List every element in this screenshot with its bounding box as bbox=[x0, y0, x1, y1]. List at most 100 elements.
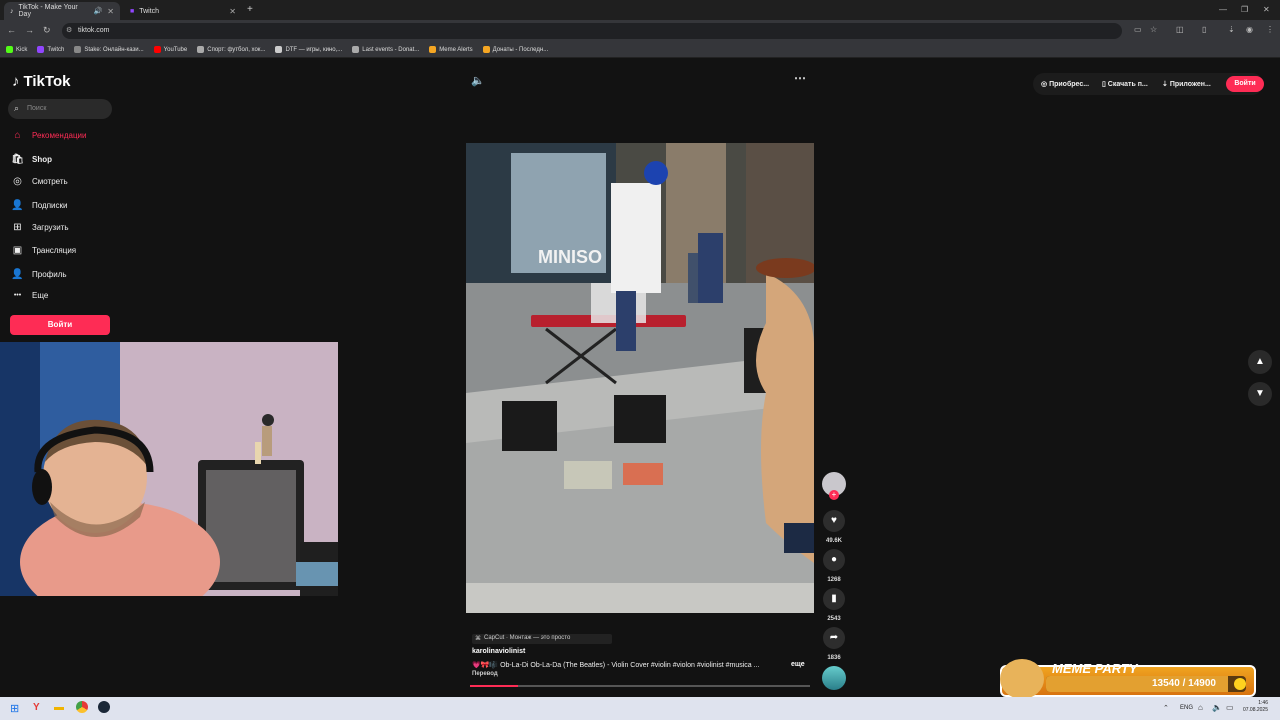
clock-time: 1:46 bbox=[1258, 700, 1268, 706]
minimize-icon[interactable]: — bbox=[1219, 5, 1227, 14]
app-button[interactable]: ⇣ Приложен... bbox=[1162, 80, 1211, 88]
bookmark-item[interactable]: Донаты - Последн... bbox=[482, 46, 548, 53]
volume-icon[interactable]: 🔈 bbox=[471, 74, 485, 87]
new-tab-button[interactable]: + bbox=[247, 4, 253, 15]
search-icon: ⌕ bbox=[14, 103, 20, 113]
chevron-down-icon: ▼ bbox=[1255, 388, 1265, 399]
file-explorer-icon[interactable]: ▬ bbox=[54, 702, 64, 713]
follow-plus-icon[interactable]: + bbox=[829, 490, 839, 500]
downloads-icon[interactable]: ⇣ bbox=[1228, 25, 1235, 34]
forward-icon[interactable]: → bbox=[25, 25, 34, 35]
sidebar-item-8[interactable]: ••• Еще bbox=[11, 291, 48, 300]
url-text: tiktok.com bbox=[78, 27, 110, 34]
meme-title: MEME PARTY bbox=[1052, 661, 1138, 676]
tab-twitch[interactable]: ■ Twitch ✕ bbox=[124, 2, 242, 20]
bookmark-item[interactable]: YouTube bbox=[153, 46, 187, 53]
share-action[interactable]: ➦ 1836 bbox=[822, 627, 846, 661]
bookmark-item[interactable]: Stake: Онлайн-кази... bbox=[74, 46, 144, 53]
close-window-icon[interactable]: ✕ bbox=[1263, 5, 1270, 14]
search-input[interactable]: ⌕ Поиск bbox=[8, 99, 112, 119]
doge-icon bbox=[1000, 659, 1044, 699]
author-avatar[interactable]: + bbox=[822, 472, 846, 500]
caption-more-link[interactable]: еще bbox=[791, 661, 805, 668]
back-icon[interactable]: ← bbox=[7, 25, 16, 35]
yandex-icon[interactable]: Y bbox=[33, 702, 40, 713]
clock[interactable]: 1:46 07.08.2025 bbox=[1240, 700, 1268, 714]
steam-icon[interactable] bbox=[98, 701, 110, 713]
sidebar-item-1[interactable]: ⌂ Рекомендации bbox=[11, 130, 86, 141]
menu-icon[interactable]: ⋮ bbox=[1266, 25, 1274, 34]
url-field[interactable]: tiktok.com bbox=[62, 23, 1122, 39]
sidebar-item-label: Профиль bbox=[32, 270, 67, 279]
chevron-up-icon: ▲ bbox=[1255, 356, 1265, 367]
login-button[interactable]: Войти bbox=[10, 315, 110, 335]
like-count: 49.6K bbox=[825, 538, 842, 544]
bookmark-icon[interactable]: ▮ bbox=[823, 588, 845, 610]
sidebar-item-4[interactable]: 👤 Подписки bbox=[11, 200, 67, 211]
bookmark-item[interactable]: DTF — игры, кино,... bbox=[275, 46, 342, 53]
language-indicator[interactable]: ENG bbox=[1180, 705, 1193, 711]
sidebar-item-6[interactable]: ▣ Трансляция bbox=[11, 245, 76, 256]
upload-icon: ⊞ bbox=[13, 222, 22, 233]
bookmark-item[interactable]: Спорт: футбол, хок... bbox=[197, 46, 265, 53]
video-progress-track[interactable] bbox=[470, 685, 810, 687]
tray-chevron-icon[interactable]: ⌃ bbox=[1163, 704, 1169, 712]
speaker-icon: 🔊 bbox=[93, 8, 103, 15]
maximize-icon[interactable]: ❐ bbox=[1241, 5, 1248, 14]
extensions-icon[interactable]: ◫ bbox=[1176, 25, 1184, 34]
bookmark-star-icon[interactable]: ☆ bbox=[1150, 25, 1157, 34]
bookmark-item[interactable]: Twitch bbox=[37, 46, 64, 53]
video-progress-fill bbox=[470, 685, 518, 687]
bookmark-item[interactable]: Meme Alerts bbox=[429, 46, 473, 53]
meme-progress-text: 13540 / 14900 bbox=[1152, 678, 1216, 689]
sidebar-item-label: Подписки bbox=[32, 201, 68, 210]
live-icon: ▣ bbox=[12, 245, 23, 256]
bookmark-item[interactable]: Kick bbox=[6, 46, 27, 53]
tiktok-logo[interactable]: ♪ TikTok bbox=[12, 73, 70, 90]
close-tab-icon[interactable]: ✕ bbox=[107, 7, 114, 16]
more-options-icon[interactable]: ⋯ bbox=[794, 71, 806, 85]
bookmark-item[interactable]: Last events - Donat... bbox=[352, 46, 419, 53]
bookmark-label: Twitch bbox=[47, 46, 65, 53]
sidebar-item-2[interactable]: 🛍 Shop bbox=[11, 154, 52, 165]
streamer-webcam bbox=[0, 342, 338, 596]
tab-tiktok[interactable]: ♪ TikTok - Make Your Day 🔊 ✕ bbox=[4, 2, 120, 20]
battery-icon[interactable]: ▭ bbox=[1226, 703, 1234, 712]
translate-link[interactable]: Перевод bbox=[472, 671, 498, 677]
sidebar-item-7[interactable]: 👤 Профиль bbox=[11, 269, 67, 280]
video-player[interactable]: MINISO bbox=[466, 143, 814, 613]
bookmark-favicon-icon bbox=[482, 46, 490, 53]
comment-action[interactable]: ● 1268 bbox=[822, 549, 846, 583]
sidebar-item-3[interactable]: ◎ Смотреть bbox=[11, 176, 68, 187]
save-action[interactable]: ▮ 2543 bbox=[822, 588, 846, 622]
next-video-button[interactable]: ▼ bbox=[1248, 382, 1272, 406]
install-icon[interactable]: ▭ bbox=[1134, 25, 1142, 34]
sidebar-item-5[interactable]: ⊞ Загрузить bbox=[11, 222, 68, 233]
close-tab-icon[interactable]: ✕ bbox=[229, 7, 236, 16]
heart-icon[interactable]: ♥ bbox=[823, 510, 845, 532]
chrome-icon[interactable] bbox=[76, 701, 88, 713]
like-action[interactable]: ♥ 49.6K bbox=[822, 510, 846, 544]
coin-icon: ◎ bbox=[1041, 81, 1050, 88]
share-icon[interactable]: ➦ bbox=[823, 627, 845, 649]
reload-icon[interactable]: ↻ bbox=[43, 25, 51, 36]
capcut-badge[interactable]: ⌘ CapCut · Монтаж — это просто bbox=[472, 634, 612, 644]
account-icon[interactable]: ◉ bbox=[1246, 25, 1253, 34]
music-disc-icon[interactable] bbox=[822, 666, 846, 690]
comment-icon[interactable]: ● bbox=[823, 549, 845, 571]
previous-video-button[interactable]: ▲ bbox=[1248, 350, 1272, 374]
network-icon[interactable]: ⌂ bbox=[1198, 703, 1203, 712]
windows-start-icon[interactable]: ⊞ bbox=[10, 702, 19, 715]
sound-icon[interactable]: 🔈 bbox=[1212, 703, 1222, 712]
video-author[interactable]: karolinaviolinist bbox=[472, 648, 525, 655]
coins-button[interactable]: ◎ Приобрес... bbox=[1041, 80, 1089, 88]
bookmark-favicon-icon bbox=[6, 46, 13, 53]
top-login-button[interactable]: Войти bbox=[1226, 76, 1264, 92]
logo-text: TikTok bbox=[23, 73, 71, 90]
bookmark-label: Last events - Donat... bbox=[362, 46, 420, 53]
twitch-favicon-icon: ■ bbox=[130, 7, 135, 15]
download-app-button[interactable]: ▯ Скачать п... bbox=[1102, 80, 1148, 88]
site-info-icon[interactable]: ⚙ bbox=[66, 26, 72, 34]
more-icon: ••• bbox=[13, 292, 22, 299]
sidebar-icon[interactable]: ▯ bbox=[1202, 25, 1206, 34]
